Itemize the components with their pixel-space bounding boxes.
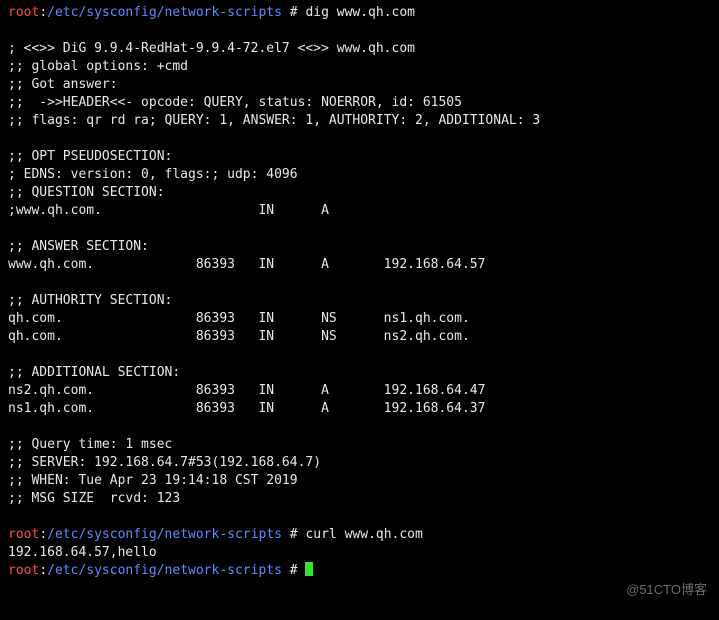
prompt-sep: :: [39, 527, 47, 542]
output-line: ;; ADDITIONAL SECTION:: [8, 365, 180, 380]
prompt-user: root: [8, 563, 39, 578]
output-line: ;; flags: qr rd ra; QUERY: 1, ANSWER: 1,…: [8, 113, 540, 128]
prompt-user: root: [8, 527, 39, 542]
output-line: www.qh.com. 86393 IN A 192.168.64.57: [8, 257, 485, 272]
prompt-hash: #: [282, 527, 305, 542]
terminal-output[interactable]: root:/etc/sysconfig/network-scripts # di…: [0, 0, 719, 584]
output-line: qh.com. 86393 IN NS ns1.qh.com.: [8, 311, 470, 326]
output-line: ; EDNS: version: 0, flags:; udp: 4096: [8, 167, 298, 182]
output-line: ;; MSG SIZE rcvd: 123: [8, 491, 180, 506]
output-line: ;; Got answer:: [8, 77, 118, 92]
cursor: [305, 562, 313, 576]
output-line: ;; QUESTION SECTION:: [8, 185, 165, 200]
output-line: ns2.qh.com. 86393 IN A 192.168.64.47: [8, 383, 485, 398]
output-line: qh.com. 86393 IN NS ns2.qh.com.: [8, 329, 470, 344]
output-line: ;; AUTHORITY SECTION:: [8, 293, 172, 308]
prompt-path: /etc/sysconfig/network-scripts: [47, 563, 282, 578]
output-line: ;; global options: +cmd: [8, 59, 188, 74]
output-line: ns1.qh.com. 86393 IN A 192.168.64.37: [8, 401, 485, 416]
output-line: ;; Query time: 1 msec: [8, 437, 172, 452]
output-line: ; <<>> DiG 9.9.4-RedHat-9.9.4-72.el7 <<>…: [8, 41, 415, 56]
output-line: 192.168.64.57,hello: [8, 545, 157, 560]
output-line: ;www.qh.com. IN A: [8, 203, 329, 218]
output-line: ;; OPT PSEUDOSECTION:: [8, 149, 172, 164]
output-line: ;; ANSWER SECTION:: [8, 239, 149, 254]
prompt-user: root: [8, 5, 39, 20]
command-dig: dig www.qh.com: [305, 5, 415, 20]
output-line: ;; ->>HEADER<<- opcode: QUERY, status: N…: [8, 95, 462, 110]
prompt-sep: :: [39, 563, 47, 578]
output-line: ;; WHEN: Tue Apr 23 19:14:18 CST 2019: [8, 473, 298, 488]
prompt-path: /etc/sysconfig/network-scripts: [47, 527, 282, 542]
prompt-hash: #: [282, 5, 305, 20]
prompt-sep: :: [39, 5, 47, 20]
command-curl: curl www.qh.com: [305, 527, 422, 542]
output-line: ;; SERVER: 192.168.64.7#53(192.168.64.7): [8, 455, 321, 470]
prompt-hash: #: [282, 563, 305, 578]
prompt-path: /etc/sysconfig/network-scripts: [47, 5, 282, 20]
